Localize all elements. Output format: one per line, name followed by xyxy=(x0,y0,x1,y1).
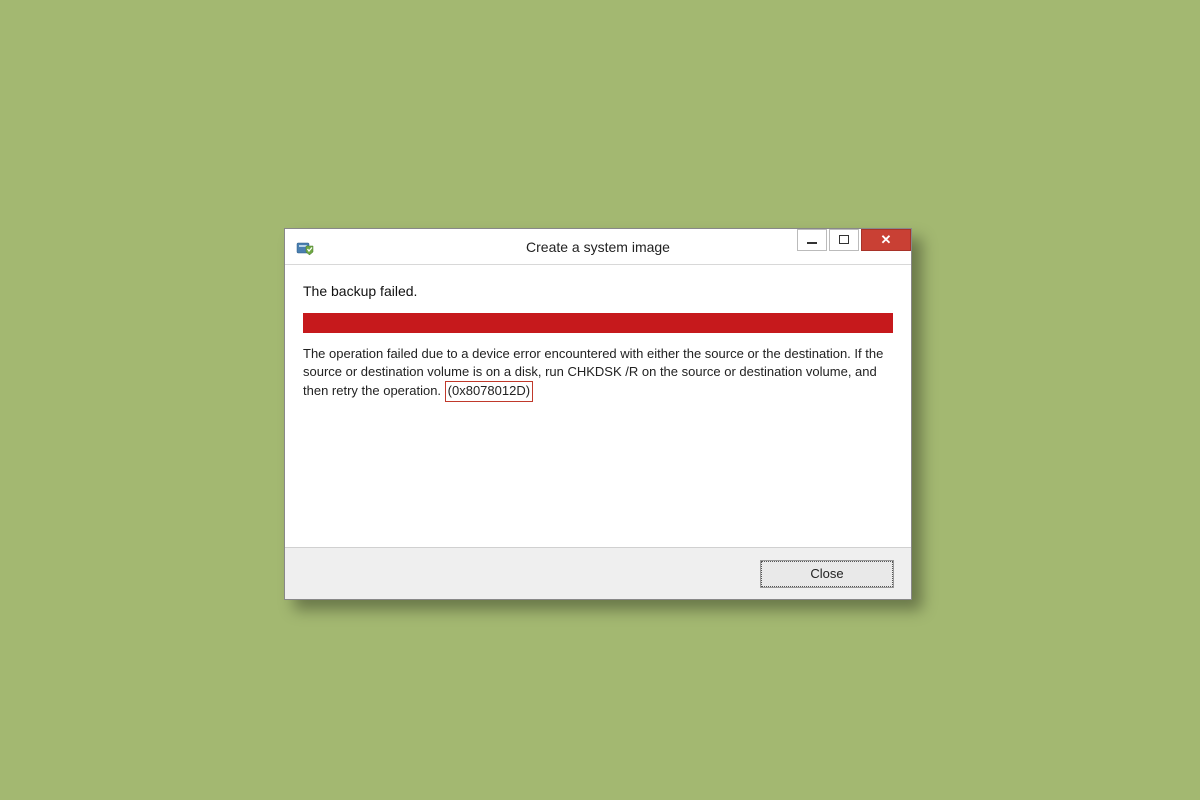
system-image-dialog: Create a system image ✕ The backup faile… xyxy=(284,228,912,600)
close-button[interactable]: Close xyxy=(761,561,893,587)
window-controls: ✕ xyxy=(797,229,911,253)
error-message-text: The operation failed due to a device err… xyxy=(303,346,883,398)
dialog-body: The backup failed. The operation failed … xyxy=(285,265,911,565)
minimize-button[interactable] xyxy=(797,229,827,251)
dialog-footer: Close xyxy=(285,547,911,599)
maximize-button[interactable] xyxy=(829,229,859,251)
close-icon: ✕ xyxy=(881,233,892,246)
error-description: The operation failed due to a device err… xyxy=(303,345,893,402)
maximize-icon xyxy=(839,235,849,244)
error-progress-bar xyxy=(303,313,893,333)
status-text: The backup failed. xyxy=(303,283,893,299)
close-window-button[interactable]: ✕ xyxy=(861,229,911,251)
backup-shield-icon xyxy=(295,237,315,257)
titlebar[interactable]: Create a system image ✕ xyxy=(285,229,911,265)
minimize-icon xyxy=(807,242,817,244)
error-code: (0x8078012D) xyxy=(445,381,533,401)
